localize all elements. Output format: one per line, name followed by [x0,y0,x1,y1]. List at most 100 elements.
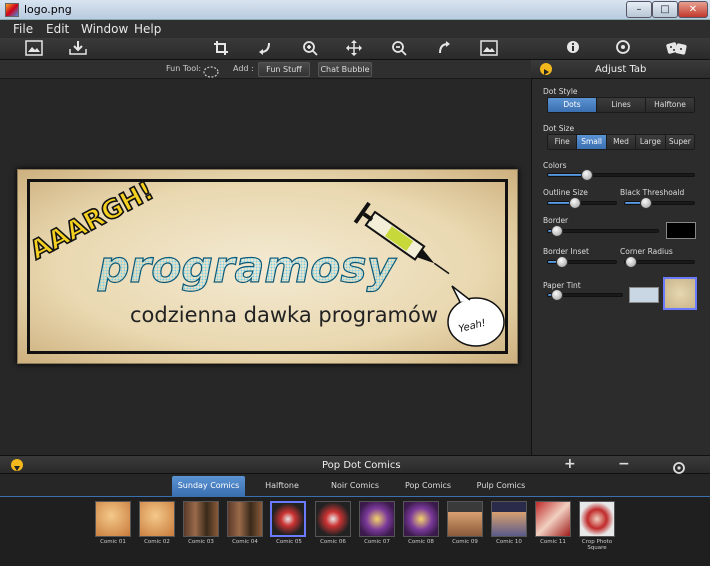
dot-size-super[interactable]: Super [665,135,694,149]
thumb-comic-05[interactable] [270,501,306,537]
move-icon[interactable] [343,40,365,58]
dot-style-lines[interactable]: Lines [597,98,646,112]
presets-title: Pop Dot Comics [322,460,401,471]
paper-tint-slider-knob[interactable] [550,289,563,301]
paper-tint-label: Paper Tint [543,281,581,290]
comic-image[interactable]: AAARGH! programosy codzienna dawka progr… [17,169,518,364]
black-threshold-slider[interactable] [624,197,695,209]
dot-size-med[interactable]: Med [606,135,637,149]
thumb-caption: Comic 09 [452,539,478,545]
border-slider[interactable] [547,225,659,237]
border-inset-slider[interactable] [547,256,617,268]
dot-style-halftone[interactable]: Halftone [646,98,694,112]
corner-radius-slider-knob[interactable] [625,256,637,268]
dot-style-label: Dot Style [543,87,578,96]
colors-slider[interactable] [547,169,695,181]
remove-preset-icon[interactable]: − [618,456,630,472]
zoom-in-icon[interactable] [299,40,321,58]
zoom-out-icon[interactable] [388,40,410,58]
paper-tint-swatch[interactable] [629,287,659,303]
open-image-icon[interactable] [23,40,45,58]
fun-stuff-button[interactable]: Fun Stuff [258,62,310,77]
tab-pop-comics[interactable]: Pop Comics [398,476,458,496]
black-threshold-label: Black Threshoald [620,188,685,197]
banner-subtitle: codzienna dawka programów [130,303,438,327]
window-title: logo.png [24,3,72,16]
toolbar [0,38,710,60]
thumb-caption: Comic 10 [496,539,522,545]
dot-style-dots[interactable]: Dots [548,98,597,112]
fun-tool-label: Fun Tool: [166,64,202,73]
adjust-panel-header: Adjust Tab [531,60,710,79]
border-inset-label: Border Inset [543,247,589,256]
border-slider-knob[interactable] [550,225,563,237]
thumb-comic-10[interactable] [491,501,527,537]
panel-expand-icon[interactable] [540,63,552,75]
black-threshold-slider-knob[interactable] [639,197,652,209]
border-inset-slider-knob[interactable] [555,256,568,268]
border-label: Border [543,216,569,225]
dot-size-fine[interactable]: Fine [548,135,578,149]
lasso-icon[interactable] [203,63,219,78]
banner-title: programosy [97,242,398,293]
presets-header: Pop Dot Comics + − [0,455,710,474]
presets-collapse-icon[interactable] [11,459,23,471]
outline-size-label: Outline Size [543,188,588,197]
tab-noir-comics[interactable]: Noir Comics [325,476,385,496]
thumb-caption: Comic 04 [232,539,258,545]
thumb-crop-photo-square[interactable] [579,501,615,537]
add-label: Add : [233,64,254,73]
tab-sunday-comics[interactable]: Sunday Comics [172,476,245,496]
thumb-caption: Comic 08 [408,539,434,545]
thumb-comic-01[interactable] [95,501,131,537]
dot-size-small[interactable]: Small [577,135,607,149]
image-frame-icon[interactable] [478,40,500,58]
info-icon[interactable] [562,40,584,58]
dot-size-large[interactable]: Large [636,135,666,149]
thumb-comic-11[interactable] [535,501,571,537]
settings-icon[interactable] [612,40,634,58]
title-bar: logo.png – □ ✕ [0,0,710,20]
image-border: AAARGH! programosy codzienna dawka progr… [27,179,508,354]
outline-size-slider[interactable] [547,197,617,209]
fun-tool-bar: Fun Tool: Add : Fun Stuff Chat Bubble [0,60,531,79]
maximize-button[interactable]: □ [652,1,678,18]
thumb-caption: Crop Photo Square [581,539,613,551]
thumb-comic-03[interactable] [183,501,219,537]
tab-halftone[interactable]: Halftone [252,476,312,496]
thumb-comic-09[interactable] [447,501,483,537]
thumb-comic-04[interactable] [227,501,263,537]
thumb-caption: Comic 01 [100,539,126,545]
chat-bubble-button[interactable]: Chat Bubble [318,62,372,77]
refresh-icon[interactable] [673,459,685,474]
menu-window[interactable]: Window [81,22,128,36]
thumb-caption: Comic 05 [276,539,302,545]
close-button[interactable]: ✕ [678,1,708,18]
thumb-comic-08[interactable] [403,501,439,537]
add-preset-icon[interactable]: + [564,456,576,472]
minimize-button[interactable]: – [626,1,652,18]
menu-file[interactable]: File [13,22,33,36]
dice-icon[interactable] [664,40,690,58]
menu-bar: File Edit Window Help [0,20,710,38]
thumb-caption: Comic 06 [320,539,346,545]
corner-radius-slider[interactable] [624,256,695,268]
menu-edit[interactable]: Edit [46,22,69,36]
thumb-comic-02[interactable] [139,501,175,537]
rotate-right-icon[interactable] [433,40,455,58]
paper-texture-swatch[interactable] [663,277,697,310]
thumb-caption: Comic 03 [188,539,214,545]
border-color-swatch[interactable] [666,222,696,239]
tab-pulp-comics[interactable]: Pulp Comics [470,476,532,496]
thumb-comic-07[interactable] [359,501,395,537]
thumb-caption: Comic 02 [144,539,170,545]
save-icon[interactable] [67,40,89,58]
paper-tint-slider[interactable] [547,289,623,301]
speech-bubble: Yeah! [447,285,505,347]
menu-help[interactable]: Help [134,22,161,36]
app-icon [5,3,19,17]
thumb-comic-06[interactable] [315,501,351,537]
panel-title: Adjust Tab [595,64,647,75]
crop-icon[interactable] [210,40,232,58]
rotate-left-icon[interactable] [254,40,276,58]
